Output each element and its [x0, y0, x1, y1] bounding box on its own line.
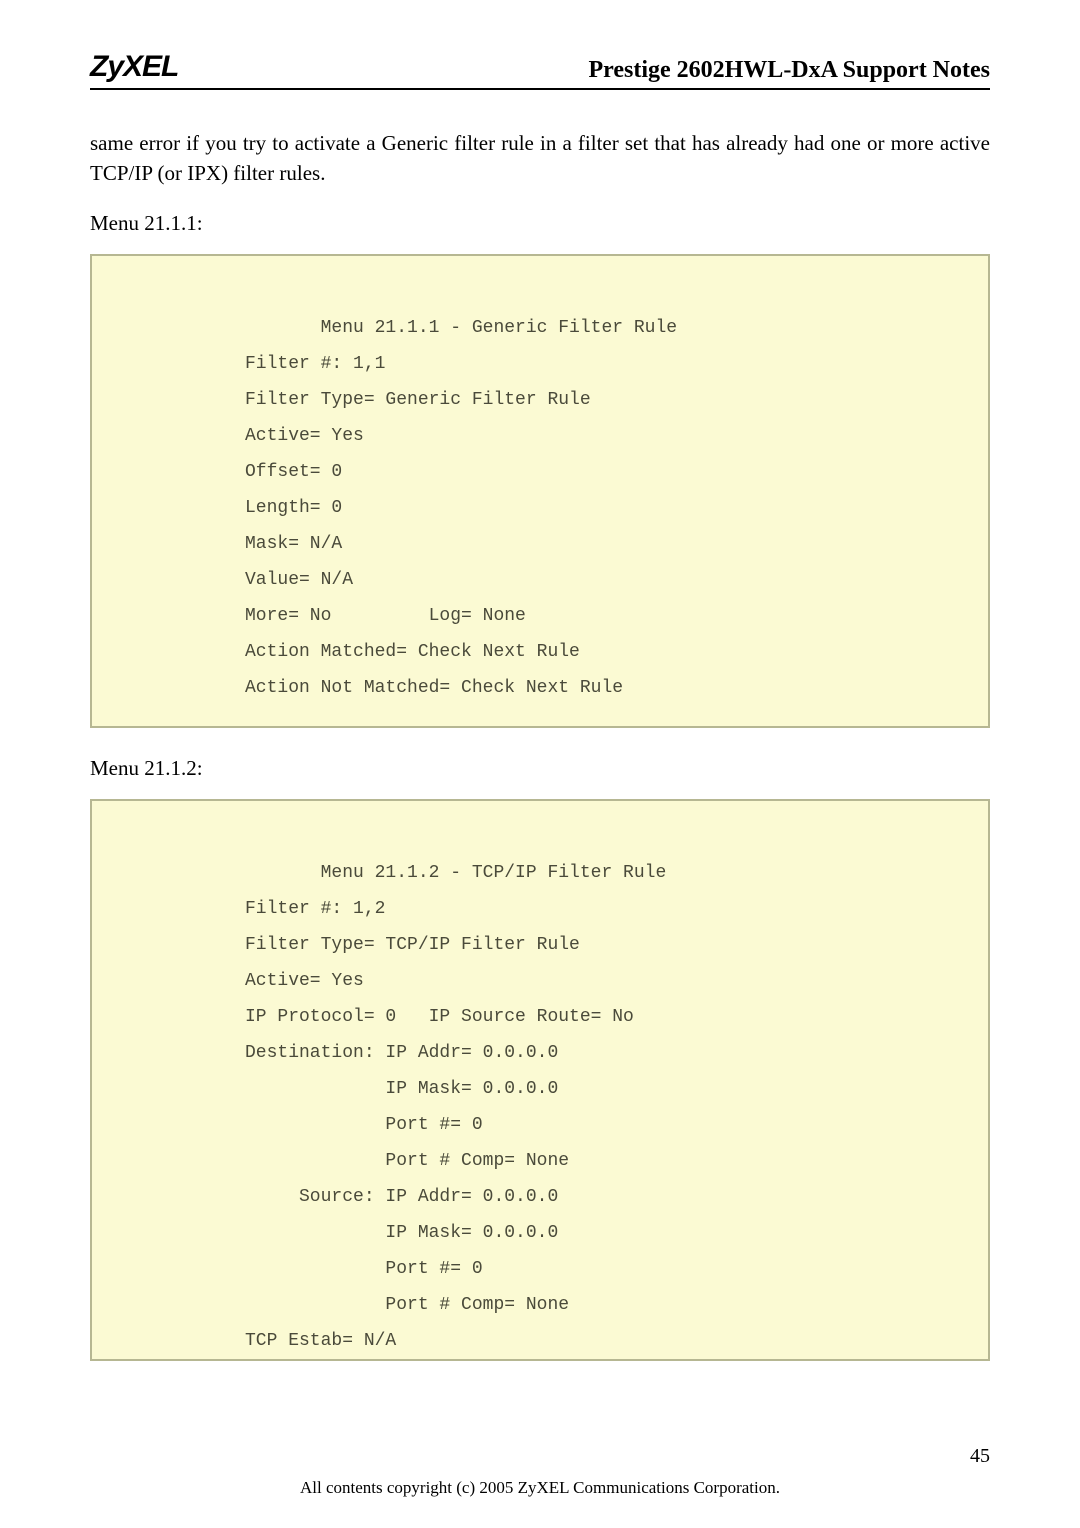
- logo: ZyXEL: [90, 50, 178, 84]
- code-block-2111: Menu 21.1.1 - Generic Filter Rule Filter…: [90, 254, 990, 728]
- code-line: IP Mask= 0.0.0.0: [245, 1079, 558, 1099]
- code-line: Offset= 0: [245, 462, 342, 482]
- code-line: Filter Type= Generic Filter Rule: [245, 390, 591, 410]
- code-line: Filter #: 1,2: [245, 899, 385, 919]
- code-line: Menu 21.1.2 - TCP/IP Filter Rule: [245, 863, 666, 883]
- code-block-2112: Menu 21.1.2 - TCP/IP Filter Rule Filter …: [90, 799, 990, 1361]
- code-line: Filter Type= TCP/IP Filter Rule: [245, 935, 580, 955]
- code-line: Destination: IP Addr= 0.0.0.0: [245, 1043, 558, 1063]
- code-line: Menu 21.1.1 - Generic Filter Rule: [245, 318, 677, 338]
- code-line: Filter #: 1,1: [245, 354, 385, 374]
- code-line: Active= Yes: [245, 426, 364, 446]
- header: ZyXEL Prestige 2602HWL-DxA Support Notes: [90, 50, 990, 90]
- caption-menu-2112: Menu 21.1.2:: [90, 756, 990, 781]
- code-line: Active= Yes: [245, 971, 364, 991]
- page-title: Prestige 2602HWL-DxA Support Notes: [588, 57, 990, 84]
- caption-menu-2111: Menu 21.1.1:: [90, 211, 990, 236]
- code-line: IP Mask= 0.0.0.0: [245, 1223, 558, 1243]
- body-paragraph: same error if you try to activate a Gene…: [90, 128, 990, 189]
- code-line: Length= 0: [245, 498, 342, 518]
- code-line: Action Not Matched= Check Next Rule: [245, 678, 623, 698]
- code-line: Port # Comp= None: [245, 1151, 569, 1171]
- code-line: IP Protocol= 0 IP Source Route= No: [245, 1007, 634, 1027]
- code-line: TCP Estab= N/A: [245, 1331, 396, 1351]
- code-line: Port #= 0: [245, 1259, 483, 1279]
- code-line: Action Matched= Check Next Rule: [245, 642, 580, 662]
- page-number: 45: [970, 1445, 990, 1468]
- code-line: Port # Comp= None: [245, 1295, 569, 1315]
- code-line: Mask= N/A: [245, 534, 342, 554]
- code-line: More= No Log= None: [245, 606, 526, 626]
- page: ZyXEL Prestige 2602HWL-DxA Support Notes…: [0, 0, 1080, 1528]
- code-line: Port #= 0: [245, 1115, 483, 1135]
- code-line: Value= N/A: [245, 570, 353, 590]
- code-line: Source: IP Addr= 0.0.0.0: [245, 1187, 558, 1207]
- footer-copyright: All contents copyright (c) 2005 ZyXEL Co…: [0, 1478, 1080, 1498]
